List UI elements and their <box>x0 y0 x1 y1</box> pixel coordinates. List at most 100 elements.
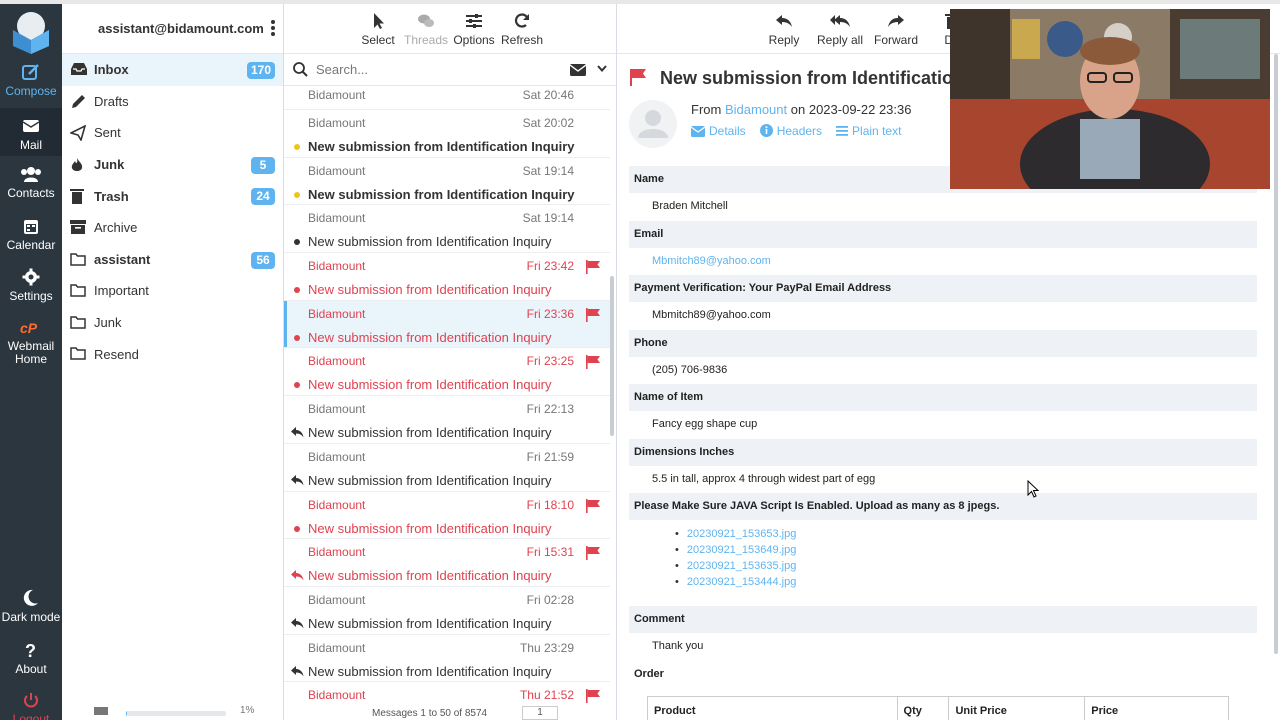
threads-button[interactable]: Threads <box>402 4 450 53</box>
logout-button[interactable]: Logout <box>0 690 62 720</box>
search-bar <box>284 54 616 86</box>
select-button[interactable]: Select <box>354 4 402 53</box>
nav-webmail-home[interactable]: cP Webmail Home <box>0 318 62 366</box>
pager-count: Messages 1 to 50 of 8574 <box>372 708 488 719</box>
dark-mode-label: Dark mode <box>1 610 61 624</box>
upload-label: Please Make Sure JAVA Script Is Enabled.… <box>629 493 1257 520</box>
folder-item-assistant[interactable]: assistant 56 <box>62 244 283 276</box>
folder-item-drafts[interactable]: Drafts <box>62 86 283 118</box>
attachment-list: 20230921_153653.jpg 20230921_153649.jpg 20… <box>629 520 1257 606</box>
order-column-header: Product <box>647 695 898 720</box>
about-label: About <box>15 662 47 676</box>
details-link[interactable]: Details <box>690 124 746 140</box>
attachment-link[interactable]: 20230921_153444.jpg <box>687 576 797 588</box>
message-sender: Bidamount <box>308 306 366 321</box>
sender-link[interactable]: Bidamount <box>725 102 787 117</box>
folder-item-junk[interactable]: Junk <box>62 307 283 339</box>
quota-fill <box>126 711 127 716</box>
message-subject: New submission from Identification Inqui… <box>308 377 552 393</box>
message-sender: Bidamount <box>308 163 366 178</box>
power-icon <box>24 693 38 708</box>
forward-button[interactable]: Forward <box>868 4 924 53</box>
refresh-button[interactable]: Refresh <box>498 4 546 53</box>
nav-about[interactable]: ? About <box>0 640 62 680</box>
replied-icon <box>291 617 304 629</box>
chevron-down-icon[interactable] <box>597 65 607 72</box>
flag-icon[interactable] <box>586 355 600 370</box>
folder-item-inbox[interactable]: Inbox 170 <box>62 54 283 86</box>
compose-button[interactable]: Compose <box>0 62 62 104</box>
plain-text-link[interactable]: Plain text <box>836 124 901 140</box>
mail-label: Mail <box>19 138 42 152</box>
dark-mode-toggle[interactable]: Dark mode <box>0 588 62 628</box>
message-date: Fri 15:31 <box>526 545 574 560</box>
envelope-filter-icon[interactable] <box>570 64 586 76</box>
message-date: Fri 02:28 <box>526 592 574 607</box>
attachment-link[interactable]: 20230921_153653.jpg <box>687 528 797 540</box>
question-icon: ? <box>25 641 36 660</box>
nav-settings[interactable]: Settings <box>0 267 62 309</box>
from-prefix: From <box>691 102 722 117</box>
message-row[interactable]: Bidamount Fri 22:13 New submission from Id… <box>284 396 610 444</box>
message-subject: New submission from Identification Inqui… <box>308 663 552 679</box>
folder-item-resend[interactable]: Resend <box>62 338 283 370</box>
folder-item-archive[interactable]: Archive <box>62 212 283 244</box>
attachment-link[interactable]: 20230921_153635.jpg <box>687 560 797 572</box>
message-row[interactable]: Bidamount Fri 23:25 New submission from Id… <box>284 348 610 397</box>
folder-item-trash[interactable]: Trash 24 <box>62 180 283 212</box>
status-dot-icon <box>294 382 300 389</box>
refresh-icon <box>514 13 530 28</box>
from-line: From Bidamount on 2023-09-22 23:36 <box>691 102 912 117</box>
message-row[interactable]: Bidamount Fri 02:28 New submission from Id… <box>284 587 610 635</box>
message-row[interactable]: Bidamount Fri 23:36 New submission from Id… <box>284 300 610 349</box>
flag-icon[interactable] <box>586 498 600 513</box>
attachment-link[interactable]: 20230921_153649.jpg <box>687 544 797 556</box>
reading-scrollbar[interactable] <box>1274 54 1278 654</box>
message-row[interactable]: Bidamount Fri 15:31 New submission from Id… <box>284 539 610 587</box>
nav-contacts[interactable]: Contacts <box>0 164 62 206</box>
svg-text:cP: cP <box>20 320 38 336</box>
message-row[interactable]: Bidamount Sat 19:14 New submission from Id… <box>284 158 610 206</box>
page-input[interactable]: 1 <box>522 706 558 720</box>
list-scrollbar[interactable] <box>610 276 614 436</box>
message-date: 2023-09-22 23:36 <box>808 102 912 117</box>
flag-icon[interactable] <box>586 307 600 322</box>
folder-icon <box>70 346 88 362</box>
folder-item-junk[interactable]: Junk 5 <box>62 149 283 181</box>
field-value: 5.5 in tall, approx 4 through widest par… <box>652 472 876 485</box>
calendar-icon <box>24 220 38 234</box>
forward-label: Forward <box>873 33 918 47</box>
message-row[interactable]: Bidamount Fri 21:59 New submission from Id… <box>284 444 610 492</box>
reply-button[interactable]: Reply <box>756 4 812 53</box>
message-row[interactable]: Bidamount Fri 18:10 New submission from Id… <box>284 492 610 540</box>
folder-icon <box>70 315 88 331</box>
search-input[interactable] <box>316 62 546 77</box>
flag-icon[interactable] <box>586 260 600 275</box>
folder-item-important[interactable]: Important <box>62 275 283 307</box>
message-row[interactable]: Bidamount Sat 20:46 <box>284 86 610 110</box>
headers-link[interactable]: Headers <box>759 124 822 140</box>
flag-icon[interactable] <box>586 546 600 561</box>
gear-icon <box>22 268 40 286</box>
folder-item-sent[interactable]: Sent <box>62 117 283 149</box>
nav-calendar[interactable]: Calendar <box>0 216 62 258</box>
reply-all-button[interactable]: Reply all <box>812 4 868 53</box>
options-button[interactable]: Options <box>450 4 498 53</box>
message-row[interactable]: Bidamount Sat 19:14 New submission from Id… <box>284 205 610 254</box>
message-subject: New submission from Identification Inqui… <box>308 568 552 584</box>
more-vertical-icon[interactable] <box>271 20 275 36</box>
roundcube-logo[interactable] <box>8 8 54 54</box>
plain-text-label: Plain text <box>852 124 902 138</box>
lines-icon <box>836 125 849 140</box>
quota-bar: 1% <box>62 702 284 720</box>
comment-value: Thank you <box>652 640 704 652</box>
search-icon <box>293 62 308 77</box>
svg-text:?: ? <box>25 641 36 660</box>
message-row[interactable]: Bidamount Sat 20:02 New submission from Id… <box>284 110 610 158</box>
email-link[interactable]: Mbmitch89@yahoo.com <box>652 255 771 267</box>
unread-count-badge: 170 <box>246 62 275 79</box>
message-row[interactable]: Bidamount Thu 23:29 New submission from Id… <box>284 635 610 683</box>
reply-label: Reply <box>768 33 800 47</box>
message-row[interactable]: Bidamount Fri 23:42 New submission from Id… <box>284 253 610 301</box>
nav-mail[interactable]: Mail <box>0 108 62 156</box>
